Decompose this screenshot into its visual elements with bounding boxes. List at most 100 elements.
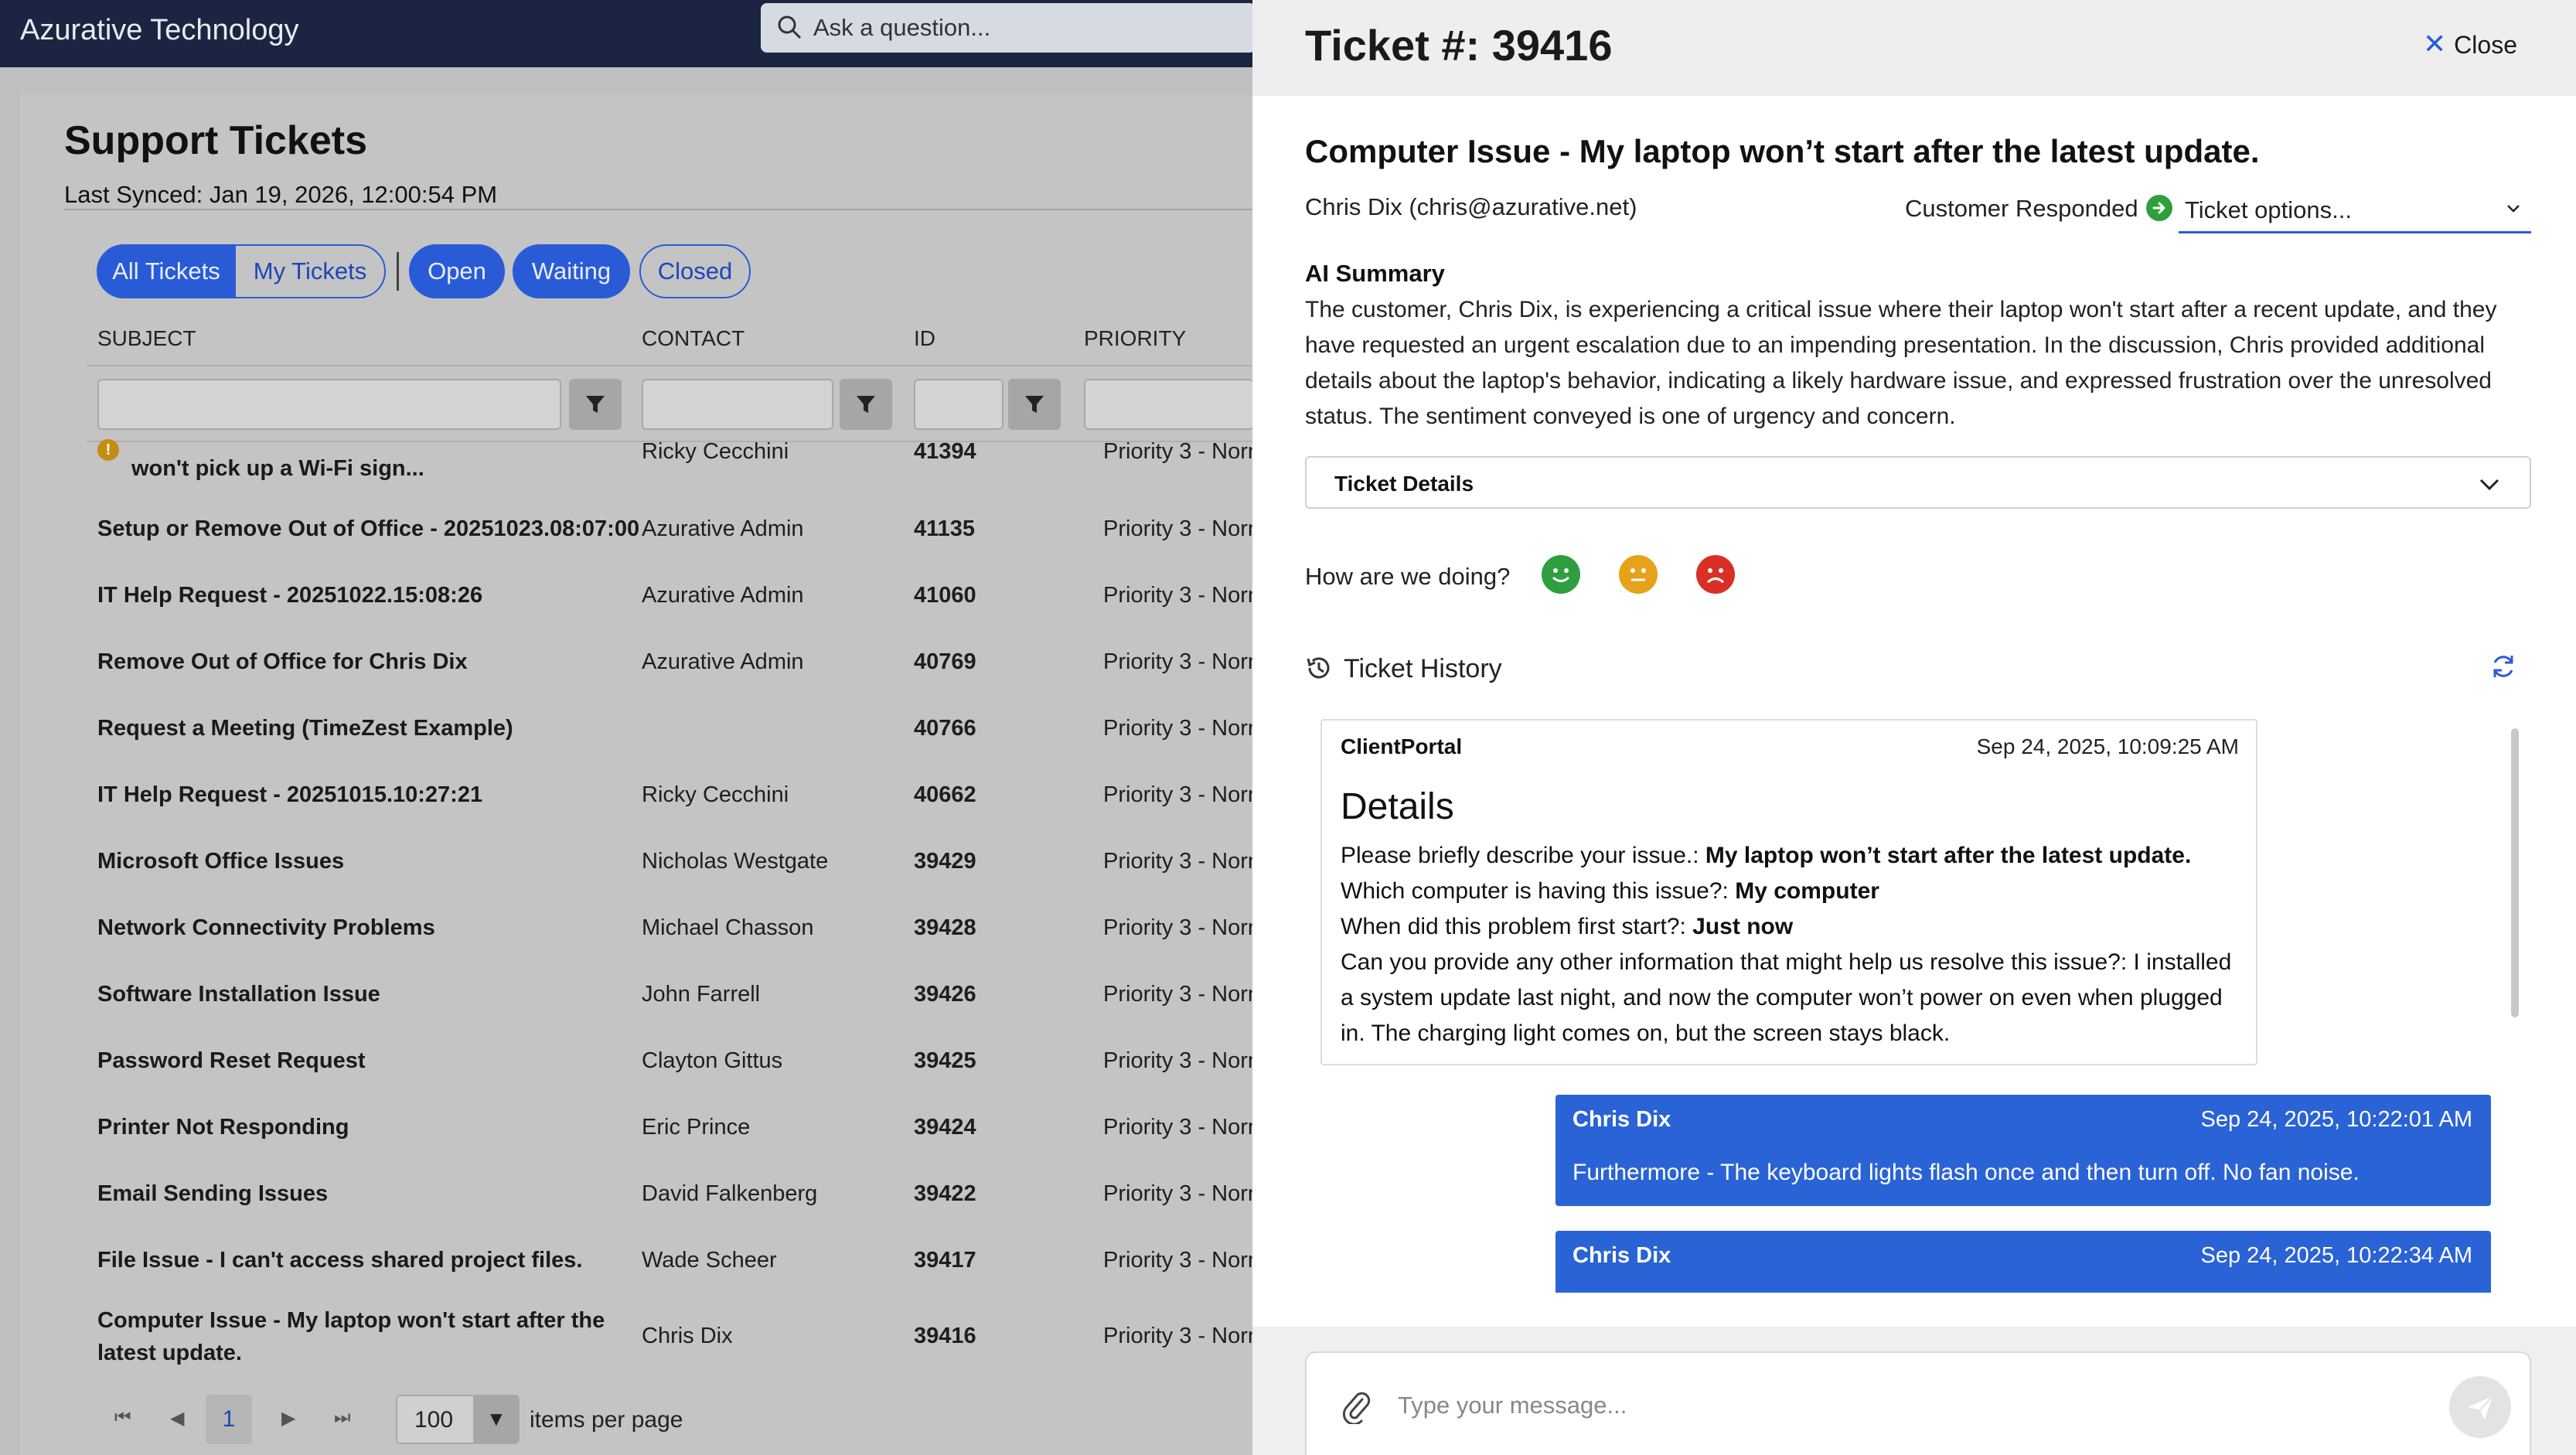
ticket-details-accordion[interactable]: Ticket Details bbox=[1305, 456, 2531, 509]
answer-1: My laptop won’t start after the latest u… bbox=[1705, 843, 2192, 868]
feedback-prompt: How are we doing? bbox=[1305, 563, 1511, 590]
ticket-history-label: Ticket History bbox=[1344, 654, 1502, 683]
entry-timestamp: Sep 24, 2025, 10:22:01 AM bbox=[2200, 1107, 2473, 1132]
ticket-contact: Ricky Cecchini bbox=[642, 439, 789, 464]
column-header-priority[interactable]: PRIORITY bbox=[1084, 326, 1186, 351]
next-page-button[interactable]: ▶ bbox=[281, 1407, 295, 1429]
ticket-subject: Request a Meeting (TimeZest Example) bbox=[97, 716, 513, 741]
id-filter-button[interactable] bbox=[1008, 379, 1061, 430]
entry-body: Please briefly describe your issue.: My … bbox=[1341, 838, 2245, 1051]
filter-open[interactable]: Open bbox=[409, 244, 505, 298]
entry-author: Chris Dix bbox=[1573, 1243, 1671, 1268]
ticket-title: Ticket #: 39416 bbox=[1305, 21, 1613, 70]
message-input-placeholder[interactable]: Type your message... bbox=[1398, 1392, 1627, 1419]
chevron-down-icon bbox=[2507, 205, 2520, 213]
ticket-subject: Software Installation Issue bbox=[97, 982, 380, 1007]
filter-icon bbox=[586, 396, 605, 413]
header-divider bbox=[87, 365, 1254, 366]
divider bbox=[64, 209, 1255, 210]
close-icon: ✕ bbox=[2423, 28, 2447, 60]
frown-icon[interactable] bbox=[1696, 555, 1735, 594]
first-page-button[interactable]: ⏮ bbox=[114, 1407, 131, 1429]
ticket-requester: Chris Dix (chris@azurative.net) bbox=[1305, 193, 1637, 220]
refresh-icon[interactable] bbox=[2488, 651, 2519, 682]
subject-filter-button[interactable] bbox=[569, 379, 622, 430]
neutral-face-icon[interactable] bbox=[1619, 555, 1658, 594]
contact-filter-input[interactable] bbox=[642, 379, 833, 430]
history-scrollbar[interactable] bbox=[2511, 728, 2519, 1017]
ticket-priority: Priority 3 - Norn bbox=[1103, 982, 1261, 1007]
column-header-subject[interactable]: SUBJECT bbox=[97, 326, 196, 351]
ticket-options-label: Ticket options... bbox=[2185, 196, 2352, 223]
question-4: Can you provide any other information th… bbox=[1341, 949, 2232, 1046]
paperclip-icon[interactable] bbox=[1341, 1390, 1371, 1424]
page-title: Support Tickets bbox=[64, 118, 368, 163]
ticket-history-list[interactable]: ClientPortal Sep 24, 2025, 10:09:25 AM D… bbox=[1320, 719, 2537, 1293]
filter-my-tickets[interactable]: My Tickets bbox=[234, 244, 386, 298]
priority-filter-input[interactable] bbox=[1084, 379, 1254, 430]
send-button[interactable] bbox=[2449, 1376, 2511, 1438]
filter-closed[interactable]: Closed bbox=[639, 244, 751, 298]
last-page-button[interactable]: ⏭ bbox=[334, 1407, 351, 1429]
close-button[interactable]: ✕ Close bbox=[2423, 28, 2517, 60]
send-icon bbox=[2468, 1395, 2493, 1419]
subject-filter-input[interactable] bbox=[97, 379, 561, 430]
close-label: Close bbox=[2454, 31, 2517, 59]
ticket-contact: Azurative Admin bbox=[642, 583, 804, 608]
last-synced: Last Synced: Jan 19, 2026, 12:00:54 PM bbox=[64, 181, 498, 208]
ticket-priority: Priority 3 - Norn bbox=[1103, 716, 1261, 741]
entry-text: Furthermore - The keyboard lights flash … bbox=[1573, 1160, 2360, 1185]
ticket-priority: Priority 3 - Norn bbox=[1103, 649, 1261, 674]
ticket-details-label: Ticket Details bbox=[1334, 472, 1474, 496]
ask-question-search[interactable]: Ask a question... bbox=[761, 3, 1256, 53]
id-filter-input[interactable] bbox=[914, 379, 1003, 430]
page-size-select[interactable]: 100 ▼ bbox=[396, 1395, 520, 1444]
ticket-options-dropdown[interactable]: Ticket options... bbox=[2179, 190, 2531, 233]
ticket-id: 39416 bbox=[914, 1324, 976, 1348]
ticket-contact: Michael Chasson bbox=[642, 915, 814, 940]
brand-name: Azurative Technology bbox=[20, 14, 299, 46]
ticket-priority: Priority 3 - Norn bbox=[1103, 1181, 1261, 1206]
ticket-contact: Nicholas Westgate bbox=[642, 849, 829, 874]
entry-timestamp: Sep 24, 2025, 10:22:34 AM bbox=[2200, 1243, 2473, 1268]
current-page[interactable]: 1 bbox=[206, 1395, 252, 1444]
ticket-priority: Priority 3 - Norn bbox=[1103, 782, 1261, 807]
ticket-id: 41060 bbox=[914, 583, 976, 608]
ticket-contact: David Falkenberg bbox=[642, 1181, 818, 1206]
ticket-contact: Wade Scheer bbox=[642, 1248, 777, 1273]
ticket-subject-heading: Computer Issue - My laptop won’t start a… bbox=[1305, 133, 2260, 169]
filter-waiting[interactable]: Waiting bbox=[513, 244, 630, 298]
chevron-down-icon: ▼ bbox=[486, 1407, 506, 1430]
ticket-priority: Priority 3 - Norn bbox=[1103, 516, 1261, 541]
ticket-priority: Priority 3 - Norn bbox=[1103, 583, 1261, 608]
ticket-contact: Eric Prince bbox=[642, 1115, 751, 1140]
ticket-id: 41394 bbox=[914, 439, 976, 464]
contact-filter-button[interactable] bbox=[840, 379, 892, 430]
ai-summary-text: The customer, Chris Dix, is experiencing… bbox=[1305, 297, 2497, 429]
ticket-subject: IT Help Request - 20251022.15:08:26 bbox=[97, 583, 483, 608]
ticket-subject: Computer Issue - My laptop won't start a… bbox=[97, 1308, 605, 1333]
page-size-dropdown[interactable]: ▼ bbox=[473, 1396, 518, 1443]
prev-page-button[interactable]: ◀ bbox=[170, 1407, 184, 1429]
ticket-subject: Microsoft Office Issues bbox=[97, 849, 345, 874]
ticket-priority: Priority 3 - Norn bbox=[1103, 915, 1261, 940]
ticket-id: 40662 bbox=[914, 782, 976, 807]
ticket-detail-panel: Ticket #: 39416 ✕ Close Computer Issue - … bbox=[1252, 0, 2576, 1455]
entry-heading: Details bbox=[1341, 786, 1454, 827]
message-composer[interactable]: Type your message... bbox=[1305, 1351, 2531, 1455]
filter-all-tickets[interactable]: All Tickets bbox=[97, 244, 236, 298]
question-3: When did this problem first start?: bbox=[1341, 914, 1693, 939]
filter-icon bbox=[1025, 396, 1044, 413]
ticket-id: 39429 bbox=[914, 849, 976, 874]
search-icon bbox=[778, 15, 802, 39]
panel-header: Ticket #: 39416 ✕ Close bbox=[1252, 0, 2576, 96]
ticket-id: 40766 bbox=[914, 716, 976, 741]
ticket-subject-continued: latest update. bbox=[97, 1341, 242, 1365]
ticket-id: 39417 bbox=[914, 1248, 976, 1273]
column-header-contact[interactable]: CONTACT bbox=[642, 326, 745, 351]
history-entry: ClientPortal Sep 24, 2025, 10:09:25 AM D… bbox=[1320, 719, 2257, 1065]
ticket-contact: Azurative Admin bbox=[642, 516, 804, 541]
history-icon bbox=[1307, 657, 1330, 679]
smile-icon[interactable] bbox=[1542, 555, 1580, 594]
column-header-id[interactable]: ID bbox=[914, 326, 935, 351]
